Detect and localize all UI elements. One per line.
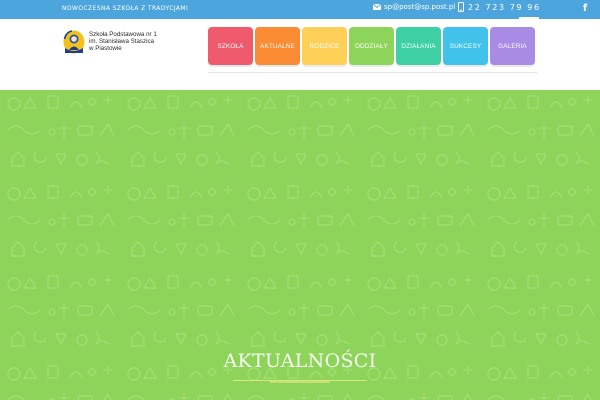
- phone-link[interactable]: 22 723 79 96: [458, 2, 541, 12]
- phone-icon: [458, 2, 464, 12]
- nav-item-rodzice[interactable]: RODZICE: [302, 27, 347, 65]
- school-name-line-2: im. Stanisława Staszica: [89, 38, 154, 46]
- tagline: NOWOCZESNA SZKOŁA Z TRADYCJAMI: [62, 5, 189, 12]
- top-bar: NOWOCZESNA SZKOŁA Z TRADYCJAMI sp@post@s…: [0, 0, 600, 19]
- email-link[interactable]: sp@post@sp.post.pl: [373, 3, 455, 11]
- school-name-line-3: w Piastowie: [89, 45, 122, 53]
- site-header: Szkoła Podstawowa nr 1 im. Stanisława St…: [0, 19, 600, 90]
- nav-item-galeria[interactable]: GALERIA: [490, 27, 535, 65]
- facebook-icon[interactable]: f: [580, 3, 590, 15]
- phone-text: 22 723 79 96: [468, 2, 541, 12]
- main-nav: SZKOŁA AKTUALNE RODZICE ODDZIAŁY DZIAŁAN…: [208, 27, 535, 65]
- school-logo-icon: [63, 30, 85, 54]
- school-name-line-1: Szkoła Podstawowa nr 1: [89, 31, 157, 38]
- home-link[interactable]: Szkoła Podstawowa nr 1 im. Stanisława St…: [63, 30, 157, 54]
- nav-item-dzialania[interactable]: DZIAŁANIA: [396, 27, 441, 65]
- email-text: sp@post@sp.post.pl: [384, 3, 456, 11]
- nav-divider: [208, 72, 537, 73]
- nav-item-oddzialy[interactable]: ODDZIAŁY: [349, 27, 394, 65]
- nav-item-sukcesy[interactable]: SUKCESY: [443, 27, 488, 65]
- nav-item-szkola[interactable]: SZKOŁA: [208, 27, 253, 65]
- page-title: AKTUALNOŚCI: [223, 350, 377, 372]
- envelope-icon: [373, 4, 381, 10]
- nav-item-aktualne[interactable]: AKTUALNE: [255, 27, 300, 65]
- breadcrumb: [270, 381, 330, 383]
- school-name: Szkoła Podstawowa nr 1 im. Stanisława St…: [89, 30, 157, 53]
- hero-banner: AKTUALNOŚCI: [0, 90, 600, 400]
